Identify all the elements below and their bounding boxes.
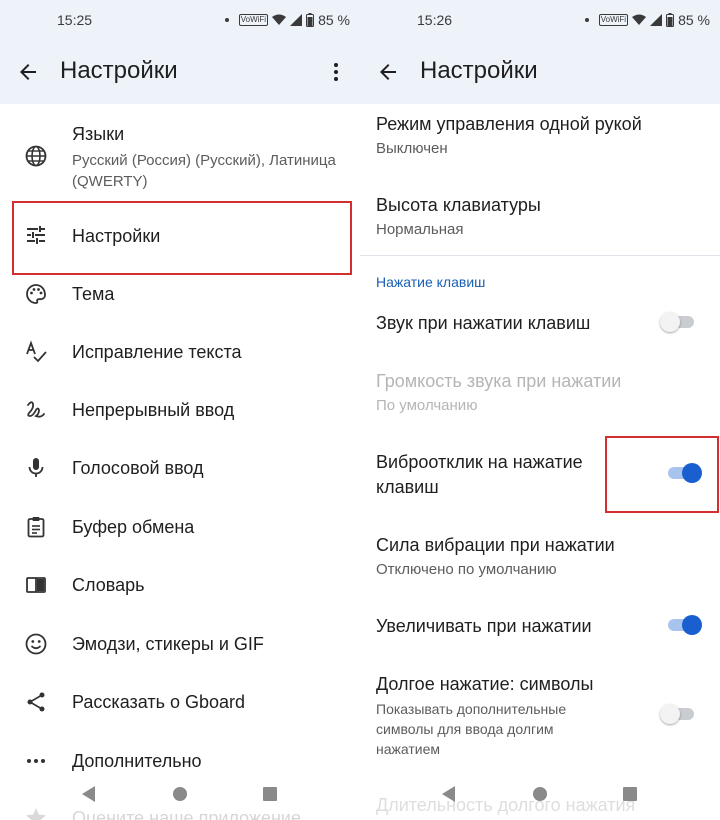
menu-item-clipboard[interactable]: Буфер обмена (0, 503, 360, 553)
dictionary-icon (24, 573, 48, 597)
menu-item-subtitle: Русский (Россия) (Русский), Латиница (QW… (72, 152, 336, 190)
setting-one-handed-mode[interactable]: Режим управления одной рукой Выключен (360, 110, 720, 170)
signal-icon (290, 14, 303, 26)
status-bar: 15:26 VoWiFi 85 % (360, 0, 720, 40)
clipboard-icon (24, 515, 48, 539)
palette-icon (24, 282, 48, 306)
menu-item-label: Дополнительно (72, 751, 202, 771)
menu-item-voice-input[interactable]: Голосовой ввод (0, 444, 360, 494)
back-arrow-icon[interactable] (16, 60, 40, 84)
setting-vibration-strength[interactable]: Сила вибрации при нажатии Отключено по у… (360, 531, 720, 581)
back-arrow-icon[interactable] (376, 60, 400, 84)
nav-home-icon[interactable] (533, 787, 547, 806)
page-title: Настройки (420, 57, 538, 84)
setting-popup-on-keypress[interactable]: Увеличивать при нажатии (360, 608, 720, 644)
status-bar: 15:25 VoWiFi 85 % (0, 0, 360, 40)
setting-title: Звук при нажатии клавиш (376, 313, 591, 333)
spellcheck-icon (24, 340, 48, 364)
section-header: Нажатие клавиш (376, 274, 486, 290)
setting-sound-volume: Громкость звука при нажатии По умолчанию (360, 367, 720, 417)
menu-item-label: Исправление текста (72, 342, 242, 362)
nav-recents-icon[interactable] (623, 787, 637, 806)
status-time: 15:25 (57, 12, 93, 28)
menu-item-label: Языки (72, 124, 125, 144)
key-sound-toggle[interactable] (660, 311, 696, 333)
setting-title: Сила вибрации при нажатии (376, 535, 615, 555)
battery-percent: 85 % (318, 12, 350, 28)
setting-title: Виброотклик на нажатие (376, 452, 583, 472)
setting-subtitle: По умолчанию (376, 397, 478, 414)
setting-subtitle: Выключен (376, 140, 448, 157)
notification-dot (224, 18, 229, 22)
highlight-box (12, 201, 352, 275)
menu-item-gesture-typing[interactable]: Непрерывный ввод (0, 386, 360, 436)
page-title: Настройки (60, 57, 178, 84)
nav-back-icon[interactable] (442, 786, 456, 807)
menu-item-theme[interactable]: Тема (0, 270, 360, 320)
notification-dot (584, 18, 589, 22)
setting-title: Громкость звука при нажатии (376, 371, 622, 391)
menu-item-share[interactable]: Рассказать о Gboard (0, 678, 360, 728)
menu-item-label: Рассказать о Gboard (72, 692, 246, 712)
setting-key-sound[interactable]: Звук при нажатии клавиш (360, 306, 720, 342)
menu-item-label: Словарь (72, 575, 145, 595)
nav-back-icon[interactable] (82, 786, 96, 807)
highlight-box (605, 436, 719, 513)
setting-subtitle-line2: символы для ввода долгим (376, 721, 554, 737)
section-divider (360, 255, 720, 256)
menu-item-dictionary[interactable]: Словарь (0, 561, 360, 611)
emoji-icon (24, 632, 48, 656)
setting-title: Высота клавиатуры (376, 195, 541, 215)
app-bar: Настройки (0, 50, 360, 94)
gesture-icon (24, 398, 48, 422)
setting-subtitle-line3: нажатием (376, 741, 441, 757)
nav-recents-icon[interactable] (263, 787, 277, 806)
setting-keyboard-height[interactable]: Высота клавиатуры Нормальная (360, 191, 720, 251)
menu-item-label: Голосовой ввод (72, 458, 204, 478)
setting-subtitle: Отключено по умолчанию (376, 561, 557, 578)
menu-item-label: Тема (72, 284, 115, 304)
menu-item-spellcheck[interactable]: Исправление текста (0, 328, 360, 378)
system-nav-bar (360, 780, 720, 820)
top-bar: 15:26 VoWiFi 85 % Настройки (360, 0, 720, 104)
battery-percent: 85 % (678, 12, 710, 28)
status-time: 15:26 (417, 12, 453, 28)
long-press-toggle[interactable] (660, 703, 696, 725)
battery-icon (666, 13, 675, 27)
signal-icon (650, 14, 663, 26)
language-icon (24, 144, 48, 168)
settings-main-screen: 15:25 VoWiFi 85 % Настройки Языки Русски… (0, 0, 360, 820)
battery-icon (306, 13, 315, 27)
nav-home-icon[interactable] (173, 787, 187, 806)
menu-item-languages[interactable]: Языки Русский (Россия) (Русский), Латини… (0, 118, 360, 198)
mic-icon (24, 456, 48, 480)
wifi-icon (272, 14, 287, 26)
setting-long-press-symbols[interactable]: Долгое нажатие: символы Показывать допол… (360, 670, 720, 762)
setting-title: Режим управления одной рукой (376, 114, 642, 134)
settings-detail-screen: 15:26 VoWiFi 85 % Настройки Режим управл… (360, 0, 720, 820)
more-horiz-icon (24, 749, 48, 773)
system-nav-bar (0, 780, 360, 820)
menu-item-emoji[interactable]: Эмодзи, стикеры и GIF (0, 620, 360, 670)
more-vert-icon[interactable] (324, 60, 348, 84)
top-bar: 15:25 VoWiFi 85 % Настройки (0, 0, 360, 104)
wifi-icon (632, 14, 647, 26)
menu-item-label: Буфер обмена (72, 517, 195, 537)
share-icon (24, 690, 48, 714)
setting-title: Увеличивать при нажатии (376, 616, 592, 636)
menu-item-label: Эмодзи, стикеры и GIF (72, 634, 264, 654)
menu-item-label: Непрерывный ввод (72, 400, 235, 420)
setting-subtitle: Показывать дополнительные (376, 701, 567, 717)
popup-toggle[interactable] (666, 614, 702, 636)
setting-subtitle: Нормальная (376, 221, 464, 238)
vowifi-badge: VoWiFi (598, 14, 629, 26)
setting-title-line2: клавиш (376, 477, 439, 497)
vowifi-badge: VoWiFi (238, 14, 269, 26)
app-bar: Настройки (360, 50, 720, 94)
setting-title: Долгое нажатие: символы (376, 674, 594, 694)
